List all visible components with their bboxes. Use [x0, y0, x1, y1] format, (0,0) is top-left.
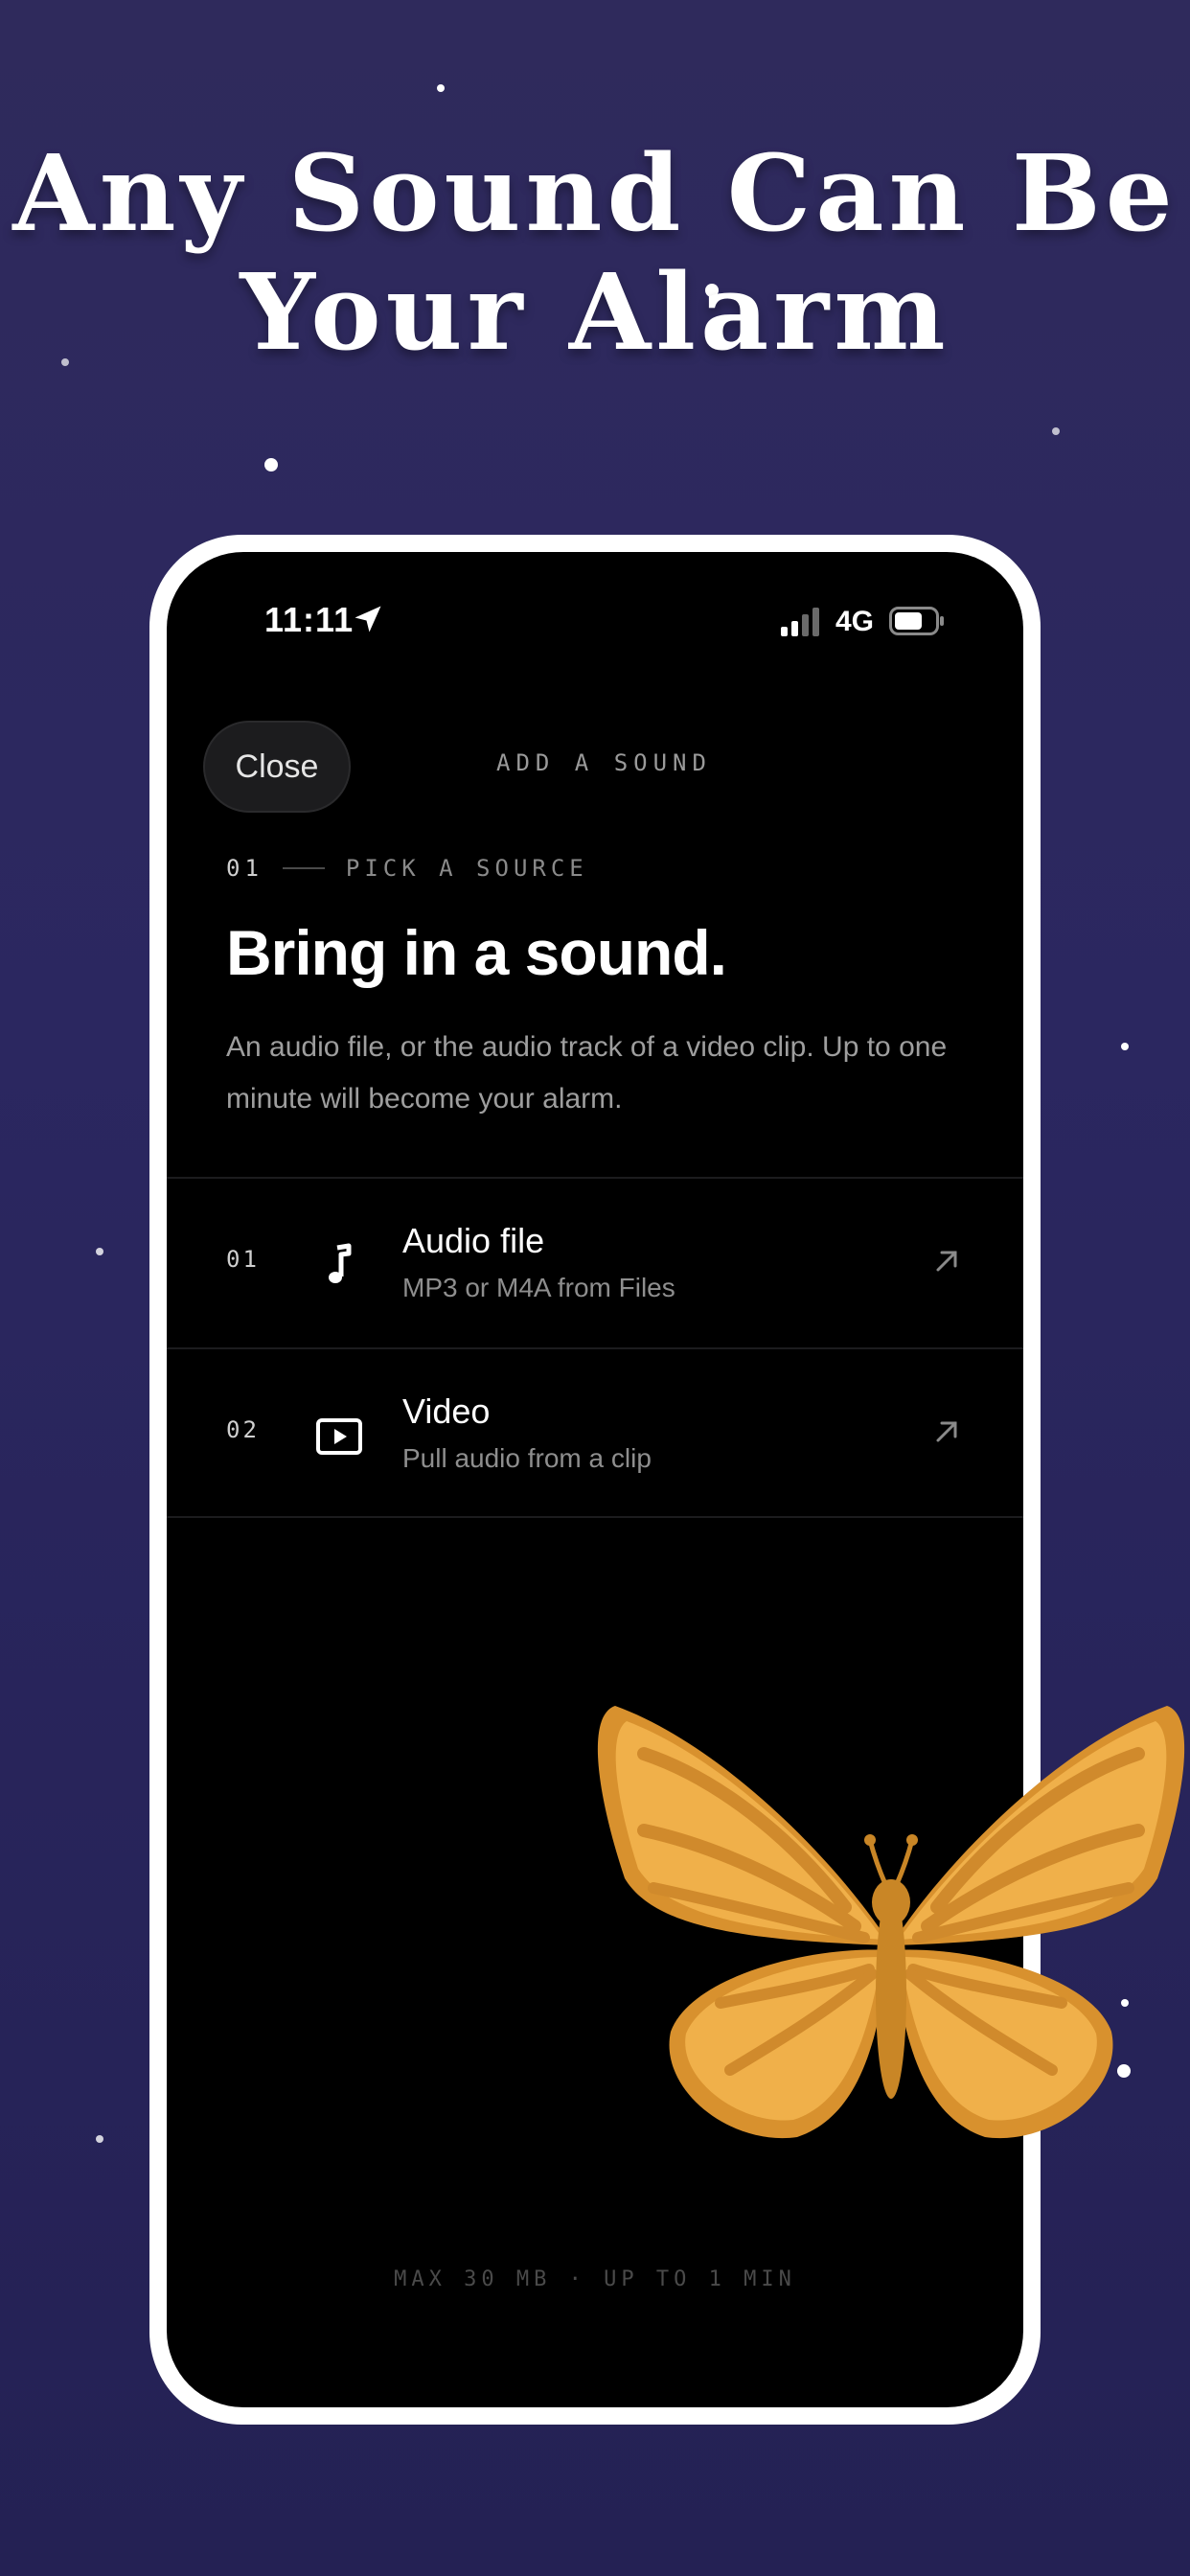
cellular-signal-icon	[781, 608, 819, 636]
promo-headline: Any Sound Can Be Your Alarm	[0, 134, 1190, 372]
file-limits-note: MAX 30 MB · UP TO 1 MIN	[394, 2267, 796, 2291]
star	[437, 84, 445, 92]
video-play-icon	[316, 1418, 362, 1455]
option-number: 02	[226, 1416, 260, 1443]
page-description: An audio file, or the audio track of a v…	[226, 1031, 948, 1115]
source-option-audio-file[interactable]: 01 Audio file MP3 or M4A from Files	[167, 1179, 1023, 1347]
arrow-up-right-icon	[936, 1421, 957, 1442]
star	[264, 458, 278, 472]
star	[1052, 427, 1060, 435]
music-note-icon	[329, 1243, 352, 1283]
step-label: PICK A SOURCE	[345, 855, 588, 882]
option-subtitle: MP3 or M4A from Files	[402, 1273, 675, 1302]
nav-title: ADD A SOUND	[496, 749, 712, 776]
option-number: 01	[226, 1246, 260, 1273]
page-title: Bring in a sound.	[226, 917, 727, 988]
divider	[167, 1516, 1023, 1518]
star	[96, 2135, 103, 2143]
network-type: 4G	[835, 606, 875, 637]
close-button[interactable]: Close	[203, 721, 351, 813]
step-indicator: 01 PICK A SOURCE	[226, 851, 588, 886]
arrow-up-right-icon	[936, 1251, 957, 1272]
headline-line-1: Any Sound Can Be	[12, 131, 1178, 255]
option-subtitle: Pull audio from a clip	[402, 1443, 652, 1473]
headline-line-2: Your Alarm	[240, 250, 950, 374]
battery-icon	[889, 607, 944, 635]
status-time: 11:11	[264, 600, 355, 639]
location-arrow-icon	[355, 606, 381, 632]
butterfly-illustration	[597, 1706, 1185, 2139]
step-number: 01	[226, 855, 263, 882]
step-dash	[282, 867, 325, 869]
option-title: Video	[402, 1392, 491, 1431]
star	[1121, 1043, 1129, 1050]
option-title: Audio file	[402, 1221, 545, 1260]
source-option-video[interactable]: 02 Video Pull audio from a clip	[167, 1349, 1023, 1518]
status-bar: 11:11 4G	[167, 552, 1023, 696]
star	[96, 1248, 103, 1255]
